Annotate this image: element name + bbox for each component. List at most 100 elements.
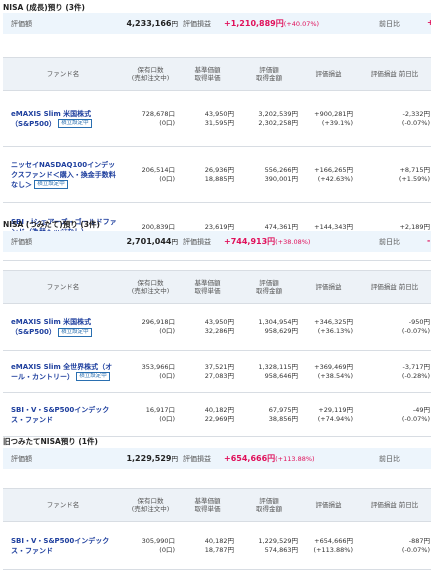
units-cell: 296,918口 (0口) (123, 303, 178, 351)
pl-cell: +654,666円 (+113.88%) (301, 521, 356, 570)
units-cell: 305,990口 (0口) (123, 521, 178, 570)
fund-cell: eMAXIS Slim 米国株式（S&P500） 積立設定中 (3, 90, 123, 147)
column-header: 基準価額 取得単価 (178, 57, 237, 91)
eval-amount: 2,701,044円 (126, 237, 178, 246)
pl-percent: (+39.1%) (321, 118, 353, 127)
prev-day-change: -887円 (408, 536, 430, 545)
prev-day-cell: -2,332円 (-0.07%) (356, 90, 431, 147)
column-header: 保有口数 (売却注文中) (123, 488, 178, 522)
eval-label: 評価額 (11, 238, 32, 246)
acquired-price: 18,787円 (204, 545, 234, 554)
acquired-price: 27,083円 (204, 371, 234, 380)
pl-cell: +346,325円 (+36.13%) (301, 303, 356, 351)
table-header-row: ファンド名 保有口数 (売却注文中) 基準価額 取得単価 評価額 取得金額 評価損益 評価… (3, 57, 431, 91)
eval-value: 1,328,115円 (258, 362, 298, 371)
fund-cell: SBI・V・S&P500インデックス・ファンド (3, 392, 123, 437)
pl-pct: (+38.08%) (275, 238, 311, 246)
column-header: ファンド名 (3, 57, 123, 91)
eval-value: 67,975円 (268, 405, 298, 414)
units-cell: 728,678口 (0口) (123, 90, 178, 147)
eval-label: 評価額 (11, 455, 32, 463)
pl-amount: +744,913円(+38.08%) (224, 237, 311, 246)
units: 296,918口 (141, 318, 175, 326)
column-header: 評価損益 前日比 (356, 57, 431, 91)
acquired-amount: 574,863円 (264, 545, 298, 554)
column-header: 評価損益 (301, 270, 356, 304)
fund-cell: ニッセイNASDAQ100インデックスファンド＜購入・換金手数料なし＞ 積立設定… (3, 146, 123, 203)
units-cell: 16,917口 (0口) (123, 392, 178, 437)
fund-cell: eMAXIS Slim 米国株式（S&P500） 積立設定中 (3, 303, 123, 351)
eval-value: 1,229,529円 (258, 536, 298, 545)
units-selling: (0口) (159, 371, 175, 380)
pl-label: 評価損益 (183, 20, 211, 28)
section-title: 旧つみたてNISA預り (1件) (3, 437, 98, 446)
units: 305,990口 (141, 536, 175, 545)
fund-name-link[interactable]: SBI・V・S&P500インデックス・ファンド (11, 537, 109, 555)
table-row: ニッセイNASDAQ100インデックスファンド＜購入・換金手数料なし＞ 積立設定… (3, 146, 431, 203)
units: 206,514口 (141, 165, 175, 174)
table-row: eMAXIS Slim 米国株式（S&P500） 積立設定中 296,918口 (0… (3, 303, 431, 351)
auto-invest-badge: 積立設定中 (76, 372, 110, 381)
units-selling: (0口) (159, 545, 175, 554)
fund-name-link[interactable]: SBI・V・S&P500インデックス・ファンド (11, 406, 109, 424)
pl-label: 評価損益 (183, 238, 211, 246)
table-header-row: ファンド名 保有口数 (売却注文中) 基準価額 取得単価 評価額 取得金額 評価損益 評価… (3, 488, 431, 522)
prev-day-label: 前日比 (379, 238, 400, 246)
prev-day-percent: (-0.07%) (401, 118, 430, 127)
units: 353,966口 (141, 362, 175, 371)
eval-unit: 円 (171, 455, 179, 463)
column-header: 基準価額 取得単価 (178, 488, 237, 522)
pl-value: +346,325円 (314, 318, 353, 326)
column-header: 評価損益 (301, 488, 356, 522)
column-header: 評価額 取得金額 (237, 488, 301, 522)
acquired-price: 18,885円 (204, 174, 234, 183)
prev-day-percent: (-0.07%) (401, 414, 430, 423)
eval-value: 556,266円 (264, 165, 298, 174)
prev-day-value: - (427, 236, 431, 245)
column-header: 評価額 取得金額 (237, 270, 301, 304)
section-summary: 評価額 4,233,166円 評価損益 +1,210,889円(+40.07%) 前日比… (3, 13, 431, 34)
prev-day-label: 前日比 (379, 455, 400, 463)
nav-price: 43,950円 (204, 109, 234, 118)
nav-price: 43,950円 (204, 318, 234, 326)
pl-percent: (+42.63%) (317, 174, 353, 183)
eval-amount: 1,229,529円 (126, 454, 179, 463)
auto-invest-badge: 積立設定中 (34, 180, 68, 189)
acquired-price: 32,286円 (204, 327, 234, 335)
units: 16,917口 (145, 405, 175, 414)
pl-percent: (+113.88%) (313, 545, 353, 554)
eval-unit: 円 (171, 20, 179, 28)
pl-cell: +29,119円 (+74.94%) (301, 392, 356, 437)
prev-day-cell: +8,715円 (+1.59%) (356, 146, 431, 203)
prev-day-label: 前日比 (379, 20, 400, 28)
acquired-price: 31,595円 (204, 118, 234, 127)
prev-day-change: -950円 (408, 318, 430, 326)
value-cell: 556,266円 390,001円 (237, 146, 301, 203)
prev-day-change: +8,715円 (399, 165, 430, 174)
pl-value: +369,469円 (314, 362, 353, 371)
auto-invest-badge: 積立設定中 (58, 327, 92, 337)
value-cell: 1,304,954円 958,629円 (237, 303, 301, 351)
table-row: eMAXIS Slim 米国株式（S&P500） 積立設定中 728,678口 (0… (3, 90, 431, 147)
section-summary: 評価額 1,229,529円 評価損益 +654,666円(+113.88%) 前日比 (3, 448, 431, 469)
pl-amount: +654,666円(+113.88%) (224, 454, 315, 463)
section-title: NISA (成長)預り (3件) (3, 3, 85, 12)
pl-cell: +900,281円 (+39.1%) (301, 90, 356, 147)
value-cell: 3,202,539円 2,302,258円 (237, 90, 301, 147)
price-cell: 40,182円 18,787円 (178, 521, 237, 570)
eval-label: 評価額 (11, 20, 32, 28)
fund-cell: SBI・V・S&P500インデックス・ファンド (3, 521, 123, 570)
pl-percent: (+74.94%) (317, 414, 353, 423)
acquired-amount: 958,629円 (264, 327, 298, 335)
column-header: ファンド名 (3, 488, 123, 522)
prev-day-cell: -950円 (-0.07%) (356, 303, 431, 351)
eval-value: 3,202,539円 (258, 109, 298, 118)
acquired-amount: 390,001円 (264, 174, 298, 183)
units-selling: (0口) (159, 118, 175, 127)
prev-day-change: -3,717円 (402, 362, 430, 371)
pl-value: +166,265円 (314, 165, 353, 174)
fund-cell: eMAXIS Slim 全世界株式（オール・カントリー） 積立設定中 (3, 350, 123, 393)
value-cell: 1,328,115円 958,646円 (237, 350, 301, 393)
price-cell: 40,182円 22,969円 (178, 392, 237, 437)
table-header-row: ファンド名 保有口数 (売却注文中) 基準価額 取得単価 評価額 取得金額 評価損益 評価… (3, 270, 431, 304)
